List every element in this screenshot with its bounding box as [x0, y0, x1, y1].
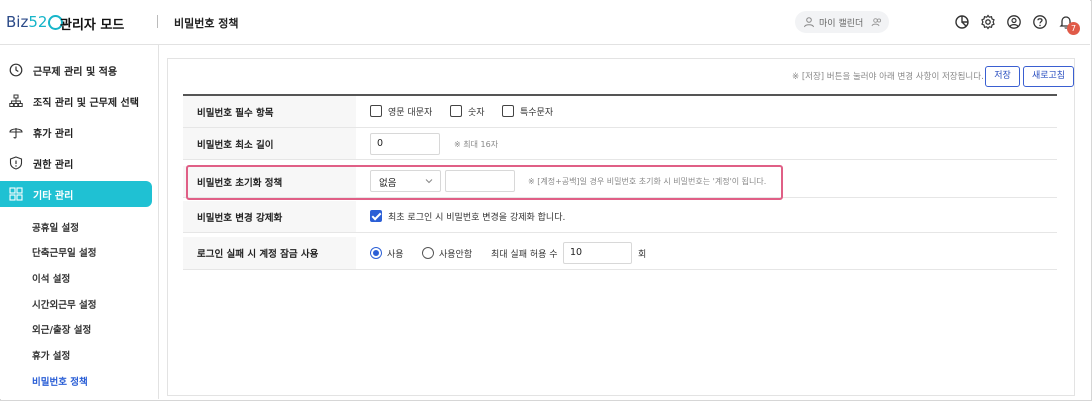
- calendar-label: 마이 캘린더: [819, 18, 864, 29]
- grid-icon: [9, 187, 23, 201]
- uppercase-label: 영문 대문자: [388, 108, 433, 118]
- sidebar-item-organization[interactable]: 조직 관리 및 근무제 선택: [0, 88, 152, 114]
- sidebar-subitem-holiday[interactable]: 공휴일 설정: [32, 220, 79, 234]
- sidebar-subitem-away[interactable]: 이석 설정: [32, 271, 70, 285]
- highlight-box: [186, 165, 783, 200]
- calendar-pill[interactable]: 마이 캘린더: [795, 11, 889, 33]
- sidebar-item-label: 근무제 관리 및 적용: [33, 66, 118, 78]
- user-icon: [804, 17, 814, 28]
- number-label: 숫자: [468, 108, 485, 118]
- max-fail-unit: 회: [638, 250, 647, 260]
- sidebar-subitem-vacation-setting[interactable]: 휴가 설정: [32, 348, 70, 362]
- refresh-button[interactable]: 새로고침: [1023, 66, 1074, 87]
- number-checkbox[interactable]: [450, 105, 462, 117]
- min-length-input[interactable]: 0: [370, 133, 440, 155]
- uppercase-checkbox[interactable]: [370, 105, 382, 117]
- row-label: 로그인 실패 시 계정 잠금 사용: [197, 249, 319, 260]
- umbrella-icon: [9, 128, 23, 139]
- sidebar-item-label: 권한 관리: [33, 159, 74, 171]
- save-button[interactable]: 저장: [985, 66, 1020, 87]
- biz52-logo[interactable]: Biz 52: [6, 9, 64, 35]
- row-label: 비밀번호 필수 항목: [197, 108, 274, 119]
- lock-use-radio[interactable]: [370, 247, 382, 259]
- lock-nouse-radio[interactable]: [422, 247, 434, 259]
- sidebar-subitem-overtime[interactable]: 시간외근무 설정: [32, 297, 97, 311]
- max-fail-input[interactable]: 10: [563, 242, 632, 264]
- lock-nouse-label: 사용안함: [439, 250, 473, 260]
- notification-badge: 7: [1067, 22, 1080, 35]
- sidebar-item-work-system[interactable]: 근무제 관리 및 적용: [0, 57, 152, 83]
- page-title: 비밀번호 정책: [174, 17, 239, 30]
- shield-icon: [9, 156, 23, 170]
- row-label: 비밀번호 최소 길이: [197, 140, 274, 151]
- max-fail-label: 최대 실패 허용 수: [491, 250, 558, 260]
- gear-icon[interactable]: [980, 14, 996, 30]
- row-min-length: 비밀번호 최소 길이 0 ※ 최대 16자: [183, 128, 1057, 160]
- top-bar: Biz 52 관리자 모드 비밀번호 정책 마이 캘린더 7: [0, 0, 1090, 45]
- force-change-checkbox[interactable]: [370, 210, 382, 222]
- sidebar-item-permission[interactable]: 권한 관리: [0, 150, 152, 176]
- sidebar-item-label: 기타 관리: [33, 190, 74, 202]
- special-char-label: 특수문자: [520, 108, 554, 118]
- pie-chart-icon[interactable]: [954, 14, 970, 30]
- users-icon: [871, 18, 882, 27]
- row-account-lock: 로그인 실패 시 계정 잠금 사용 사용 사용안함 최대 실패 허용 수 10 …: [183, 237, 1057, 270]
- sidebar-subitem-short-workday[interactable]: 단축근무일 설정: [32, 245, 97, 259]
- save-notice: ※ [저장] 버튼을 눌러야 아래 변경 사항이 저장됩니다.: [792, 72, 984, 82]
- row-required-items: 비밀번호 필수 항목 영문 대문자 숫자 특수문자: [183, 96, 1057, 128]
- account-circle-icon[interactable]: [1006, 14, 1022, 30]
- help-icon[interactable]: [1032, 14, 1048, 30]
- sidebar-subitem-password-policy[interactable]: 비밀번호 정책: [32, 374, 88, 388]
- lock-use-label: 사용: [387, 250, 404, 260]
- sidebar: 근무제 관리 및 적용 조직 관리 및 근무제 선택 휴가 관리 권한 관리 기…: [0, 45, 159, 399]
- admin-mode-title: 관리자 모드: [60, 18, 125, 33]
- org-chart-icon: [9, 94, 23, 107]
- row-force-change: 비밀번호 변경 강제화 최초 로그인 시 비밀번호 변경을 강제화 합니다.: [183, 201, 1057, 233]
- sidebar-item-label: 조직 관리 및 근무제 선택: [33, 97, 139, 109]
- force-change-label: 최초 로그인 시 비밀번호 변경을 강제화 합니다.: [388, 213, 566, 223]
- sidebar-subitem-outside-work[interactable]: 외근/출장 설정: [32, 322, 91, 336]
- sidebar-item-etc[interactable]: 기타 관리: [0, 181, 152, 207]
- sidebar-item-vacation[interactable]: 휴가 관리: [0, 119, 152, 145]
- sidebar-item-label: 휴가 관리: [33, 128, 74, 140]
- header-divider: [157, 15, 158, 28]
- row-label: 비밀번호 변경 강제화: [197, 213, 283, 224]
- special-char-checkbox[interactable]: [502, 105, 514, 117]
- min-length-hint: ※ 최대 16자: [454, 140, 499, 149]
- clock-icon: [9, 63, 23, 77]
